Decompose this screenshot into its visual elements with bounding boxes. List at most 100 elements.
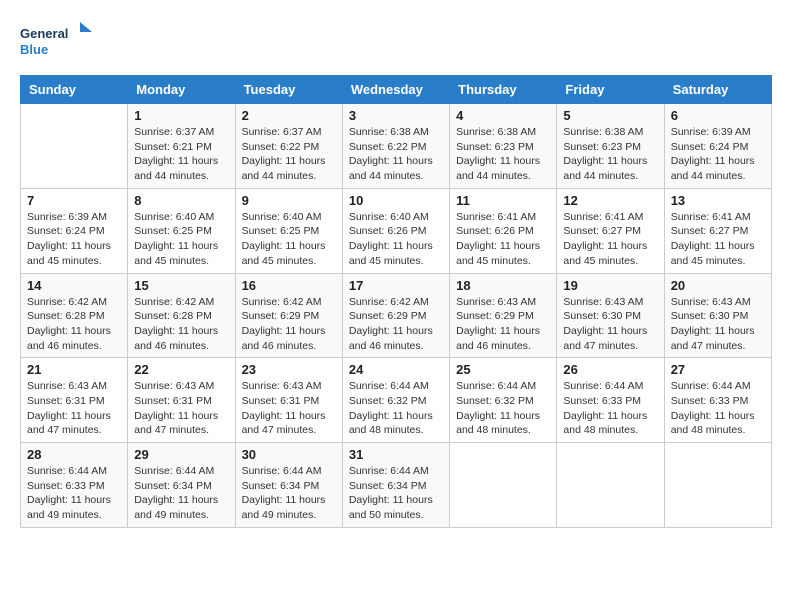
weekday-header-friday: Friday <box>557 76 664 104</box>
day-number: 24 <box>349 362 443 377</box>
calendar-cell: 6 Sunrise: 6:39 AM Sunset: 6:24 PM Daylig… <box>664 104 771 189</box>
calendar-cell: 4 Sunrise: 6:38 AM Sunset: 6:23 PM Daylig… <box>450 104 557 189</box>
calendar-cell: 23 Sunrise: 6:43 AM Sunset: 6:31 PM Dayli… <box>235 358 342 443</box>
weekday-header-sunday: Sunday <box>21 76 128 104</box>
day-info: Sunrise: 6:42 AM Sunset: 6:28 PM Dayligh… <box>134 295 228 354</box>
day-number: 16 <box>242 278 336 293</box>
calendar-cell: 30 Sunrise: 6:44 AM Sunset: 6:34 PM Dayli… <box>235 443 342 528</box>
day-number: 22 <box>134 362 228 377</box>
day-info: Sunrise: 6:40 AM Sunset: 6:25 PM Dayligh… <box>242 210 336 269</box>
day-info: Sunrise: 6:43 AM Sunset: 6:29 PM Dayligh… <box>456 295 550 354</box>
calendar-cell: 25 Sunrise: 6:44 AM Sunset: 6:32 PM Dayli… <box>450 358 557 443</box>
calendar-cell: 27 Sunrise: 6:44 AM Sunset: 6:33 PM Dayli… <box>664 358 771 443</box>
calendar-cell: 14 Sunrise: 6:42 AM Sunset: 6:28 PM Dayli… <box>21 273 128 358</box>
day-info: Sunrise: 6:44 AM Sunset: 6:34 PM Dayligh… <box>242 464 336 523</box>
day-number: 20 <box>671 278 765 293</box>
day-number: 14 <box>27 278 121 293</box>
svg-text:General: General <box>20 26 68 41</box>
day-number: 21 <box>27 362 121 377</box>
day-number: 25 <box>456 362 550 377</box>
calendar-table: SundayMondayTuesdayWednesdayThursdayFrid… <box>20 75 772 528</box>
day-info: Sunrise: 6:38 AM Sunset: 6:23 PM Dayligh… <box>563 125 657 184</box>
day-number: 30 <box>242 447 336 462</box>
weekday-header-wednesday: Wednesday <box>342 76 449 104</box>
weekday-header-saturday: Saturday <box>664 76 771 104</box>
day-number: 19 <box>563 278 657 293</box>
day-info: Sunrise: 6:43 AM Sunset: 6:31 PM Dayligh… <box>242 379 336 438</box>
calendar-cell <box>664 443 771 528</box>
day-number: 4 <box>456 108 550 123</box>
day-info: Sunrise: 6:41 AM Sunset: 6:27 PM Dayligh… <box>671 210 765 269</box>
day-number: 27 <box>671 362 765 377</box>
day-number: 1 <box>134 108 228 123</box>
day-info: Sunrise: 6:44 AM Sunset: 6:34 PM Dayligh… <box>134 464 228 523</box>
day-info: Sunrise: 6:44 AM Sunset: 6:33 PM Dayligh… <box>27 464 121 523</box>
day-number: 6 <box>671 108 765 123</box>
calendar-cell: 8 Sunrise: 6:40 AM Sunset: 6:25 PM Daylig… <box>128 188 235 273</box>
calendar-cell: 22 Sunrise: 6:43 AM Sunset: 6:31 PM Dayli… <box>128 358 235 443</box>
day-info: Sunrise: 6:39 AM Sunset: 6:24 PM Dayligh… <box>671 125 765 184</box>
day-info: Sunrise: 6:42 AM Sunset: 6:29 PM Dayligh… <box>242 295 336 354</box>
day-info: Sunrise: 6:43 AM Sunset: 6:30 PM Dayligh… <box>671 295 765 354</box>
day-info: Sunrise: 6:38 AM Sunset: 6:23 PM Dayligh… <box>456 125 550 184</box>
week-row-2: 7 Sunrise: 6:39 AM Sunset: 6:24 PM Daylig… <box>21 188 772 273</box>
day-info: Sunrise: 6:44 AM Sunset: 6:32 PM Dayligh… <box>456 379 550 438</box>
week-row-3: 14 Sunrise: 6:42 AM Sunset: 6:28 PM Dayli… <box>21 273 772 358</box>
day-number: 15 <box>134 278 228 293</box>
day-info: Sunrise: 6:42 AM Sunset: 6:28 PM Dayligh… <box>27 295 121 354</box>
day-number: 9 <box>242 193 336 208</box>
day-number: 3 <box>349 108 443 123</box>
day-info: Sunrise: 6:38 AM Sunset: 6:22 PM Dayligh… <box>349 125 443 184</box>
day-number: 7 <box>27 193 121 208</box>
svg-text:Blue: Blue <box>20 42 48 57</box>
day-number: 2 <box>242 108 336 123</box>
logo-svg: General Blue <box>20 20 100 65</box>
calendar-cell: 20 Sunrise: 6:43 AM Sunset: 6:30 PM Dayli… <box>664 273 771 358</box>
week-row-1: 1 Sunrise: 6:37 AM Sunset: 6:21 PM Daylig… <box>21 104 772 189</box>
day-info: Sunrise: 6:40 AM Sunset: 6:25 PM Dayligh… <box>134 210 228 269</box>
day-number: 5 <box>563 108 657 123</box>
day-number: 23 <box>242 362 336 377</box>
calendar-cell: 13 Sunrise: 6:41 AM Sunset: 6:27 PM Dayli… <box>664 188 771 273</box>
day-number: 13 <box>671 193 765 208</box>
day-number: 26 <box>563 362 657 377</box>
day-info: Sunrise: 6:43 AM Sunset: 6:30 PM Dayligh… <box>563 295 657 354</box>
calendar-cell: 31Sunrise: 6:44 AM Sunset: 6:34 PM Dayli… <box>342 443 449 528</box>
logo: General Blue <box>20 20 100 65</box>
day-info: Sunrise: 6:44 AM Sunset: 6:32 PM Dayligh… <box>349 379 443 438</box>
calendar-body: 1 Sunrise: 6:37 AM Sunset: 6:21 PM Daylig… <box>21 104 772 528</box>
calendar-cell: 19 Sunrise: 6:43 AM Sunset: 6:30 PM Dayli… <box>557 273 664 358</box>
day-number: 12 <box>563 193 657 208</box>
calendar-cell: 2 Sunrise: 6:37 AM Sunset: 6:22 PM Daylig… <box>235 104 342 189</box>
calendar-cell: 5 Sunrise: 6:38 AM Sunset: 6:23 PM Daylig… <box>557 104 664 189</box>
calendar-cell: 28 Sunrise: 6:44 AM Sunset: 6:33 PM Dayli… <box>21 443 128 528</box>
calendar-cell: 16 Sunrise: 6:42 AM Sunset: 6:29 PM Dayli… <box>235 273 342 358</box>
day-info: Sunrise: 6:37 AM Sunset: 6:21 PM Dayligh… <box>134 125 228 184</box>
day-number: 11 <box>456 193 550 208</box>
day-info: Sunrise: 6:44 AM Sunset: 6:33 PM Dayligh… <box>671 379 765 438</box>
day-info: Sunrise: 6:44 AM Sunset: 6:34 PM Dayligh… <box>349 464 443 523</box>
day-number: 17 <box>349 278 443 293</box>
calendar-cell: 18 Sunrise: 6:43 AM Sunset: 6:29 PM Dayli… <box>450 273 557 358</box>
week-row-4: 21 Sunrise: 6:43 AM Sunset: 6:31 PM Dayli… <box>21 358 772 443</box>
day-info: Sunrise: 6:39 AM Sunset: 6:24 PM Dayligh… <box>27 210 121 269</box>
day-number: 18 <box>456 278 550 293</box>
day-number: 28 <box>27 447 121 462</box>
day-info: Sunrise: 6:42 AM Sunset: 6:29 PM Dayligh… <box>349 295 443 354</box>
calendar-cell: 21Sunrise: 6:43 AM Sunset: 6:31 PM Dayli… <box>21 358 128 443</box>
weekday-header-monday: Monday <box>128 76 235 104</box>
day-info: Sunrise: 6:37 AM Sunset: 6:22 PM Dayligh… <box>242 125 336 184</box>
calendar-cell <box>450 443 557 528</box>
weekday-header-row: SundayMondayTuesdayWednesdayThursdayFrid… <box>21 76 772 104</box>
header: General Blue <box>20 20 772 65</box>
weekday-header-tuesday: Tuesday <box>235 76 342 104</box>
day-info: Sunrise: 6:41 AM Sunset: 6:27 PM Dayligh… <box>563 210 657 269</box>
calendar-cell <box>21 104 128 189</box>
calendar-cell <box>557 443 664 528</box>
day-number: 8 <box>134 193 228 208</box>
day-info: Sunrise: 6:43 AM Sunset: 6:31 PM Dayligh… <box>134 379 228 438</box>
day-number: 10 <box>349 193 443 208</box>
calendar-cell: 7 Sunrise: 6:39 AM Sunset: 6:24 PM Daylig… <box>21 188 128 273</box>
calendar-cell: 1 Sunrise: 6:37 AM Sunset: 6:21 PM Daylig… <box>128 104 235 189</box>
calendar-cell: 29Sunrise: 6:44 AM Sunset: 6:34 PM Dayli… <box>128 443 235 528</box>
